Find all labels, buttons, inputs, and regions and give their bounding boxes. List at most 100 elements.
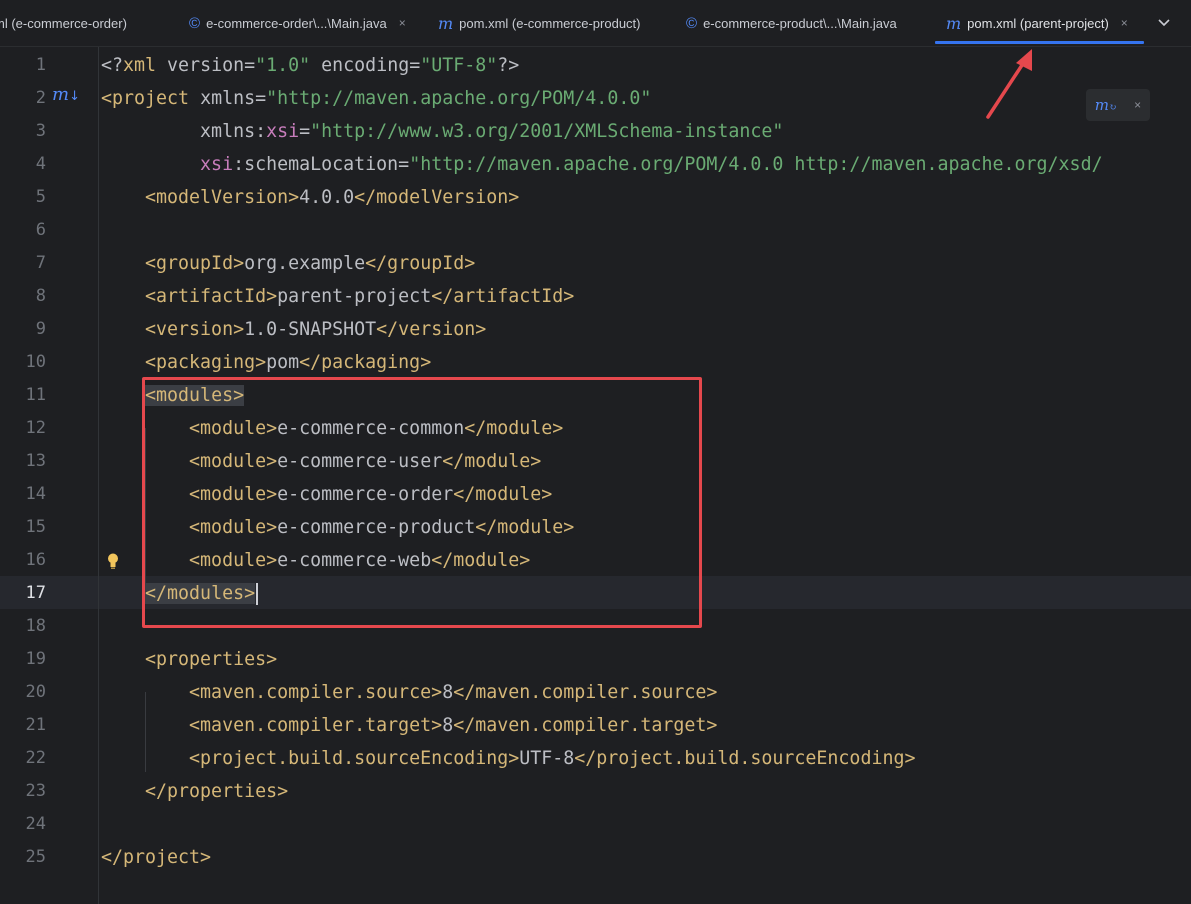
code-token: parent-project: [277, 286, 432, 307]
annotation-arrow: [986, 49, 1032, 119]
code-line[interactable]: <module>e-commerce-order</module>: [101, 478, 552, 511]
code-token: pom: [266, 352, 300, 373]
tab-e-commerce-product-main-java[interactable]: © e-commerce-product\...\Main.java: [686, 0, 897, 46]
tab-pom-e-commerce-order[interactable]: ml (e-commerce-order): [0, 0, 127, 46]
code-token: <module>: [101, 517, 278, 538]
code-line[interactable]: <project xmlns="http://maven.apache.org/…: [101, 82, 651, 115]
code-token: e-commerce-user: [277, 451, 443, 472]
code-token: <?: [101, 55, 124, 76]
code-line[interactable]: <version>1.0-SNAPSHOT</version>: [101, 313, 486, 346]
line-number: 9: [35, 319, 46, 339]
tab-pom-parent-project[interactable]: m pom.xml (parent-project) ×: [946, 0, 1128, 46]
code-token: org.example: [244, 253, 366, 274]
java-class-icon: ©: [189, 14, 201, 32]
code-token: </maven.compiler.source>: [453, 682, 718, 703]
code-token: </modelVersion>: [354, 187, 520, 208]
code-line[interactable]: <module>e-commerce-web</module>: [101, 544, 530, 577]
line-number: 23: [25, 781, 46, 801]
code-token: <modules>: [145, 385, 245, 406]
code-line[interactable]: <groupId>org.example</groupId>: [101, 247, 475, 280]
code-line[interactable]: <module>e-commerce-user</module>: [101, 445, 541, 478]
code-token: </module>: [431, 550, 531, 571]
code-token: </properties>: [101, 781, 289, 802]
code-line[interactable]: <module>e-commerce-product</module>: [101, 511, 574, 544]
code-token: =: [244, 55, 256, 76]
line-number: 5: [35, 187, 46, 207]
maven-reload-toolbar: m↻ ×: [1086, 89, 1150, 121]
code-token: 4.0.0: [299, 187, 355, 208]
code-token: 8: [442, 715, 454, 736]
code-token: </modules>: [145, 583, 256, 604]
maven-reload-icon[interactable]: m↻: [1095, 96, 1117, 114]
code-token: 8: [442, 682, 454, 703]
tab-pom-e-commerce-product[interactable]: m pom.xml (e-commerce-product): [438, 0, 641, 46]
active-tab-indicator: [935, 41, 1144, 44]
code-line[interactable]: <modelVersion>4.0.0</modelVersion>: [101, 181, 519, 214]
close-icon[interactable]: ×: [1134, 98, 1141, 112]
line-number-gutter[interactable]: 1 2 3 4 5 6 7 8 9 10 11 12 13 14 15 16 17 18 19 20 21 22 23 24 2…: [0, 47, 99, 904]
code-token: xsi: [266, 121, 300, 142]
code-token: :schemaLocation: [233, 154, 399, 175]
code-token: e-commerce-order: [277, 484, 454, 505]
code-line[interactable]: <modules>: [101, 379, 245, 412]
code-token: "UTF-8": [420, 55, 498, 76]
code-line[interactable]: <artifactId>parent-project</artifactId>: [101, 280, 574, 313]
line-number: 11: [25, 385, 46, 405]
code-line[interactable]: </properties>: [101, 775, 288, 808]
code-line[interactable]: <maven.compiler.target>8</maven.compiler…: [101, 709, 717, 742]
code-line[interactable]: </modules>: [101, 577, 259, 610]
maven-icon: m: [438, 13, 454, 33]
code-token: <maven.compiler.source>: [101, 682, 443, 703]
line-number: 1: [35, 55, 46, 75]
code-editor[interactable]: <?xml version="1.0" encoding="UTF-8"?> <p…: [99, 47, 1191, 904]
tab-label: pom.xml (e-commerce-product): [459, 15, 641, 31]
code-token: </module>: [475, 517, 575, 538]
code-token: <module>: [101, 418, 278, 439]
line-number: 13: [25, 451, 46, 471]
code-token: </module>: [464, 418, 564, 439]
code-token: <project.build.sourceEncoding>: [101, 748, 520, 769]
code-line[interactable]: <?xml version="1.0" encoding="UTF-8"?>: [101, 49, 519, 82]
code-token: ?>: [497, 55, 520, 76]
line-number: 18: [25, 616, 46, 636]
tab-label: e-commerce-product\...\Main.java: [703, 15, 897, 31]
close-icon[interactable]: ×: [399, 16, 406, 30]
code-line[interactable]: <maven.compiler.source>8</maven.compiler…: [101, 676, 717, 709]
code-token: <module>: [101, 550, 278, 571]
line-number: 21: [25, 715, 46, 735]
code-token: e-commerce-product: [277, 517, 476, 538]
code-line[interactable]: xsi:schemaLocation="http://maven.apache.…: [101, 148, 1103, 181]
maven-navigate-icon[interactable]: m↓: [52, 84, 80, 105]
line-number: 19: [25, 649, 46, 669]
code-token: </module>: [453, 484, 553, 505]
line-number: 16: [25, 550, 46, 570]
code-token: =: [409, 55, 421, 76]
code-token: encoding: [310, 55, 410, 76]
tab-e-commerce-order-main-java[interactable]: © e-commerce-order\...\Main.java ×: [189, 0, 406, 46]
code-token: xml: [123, 55, 157, 76]
code-line[interactable]: <project.build.sourceEncoding>UTF-8</pro…: [101, 742, 915, 775]
code-token: xmlns: [189, 88, 256, 109]
code-line[interactable]: xmlns:xsi="http://www.w3.org/2001/XMLSch…: [101, 115, 783, 148]
code-token: </packaging>: [299, 352, 432, 373]
code-line[interactable]: </project>: [101, 841, 211, 874]
line-number: 7: [35, 253, 46, 273]
code-token: <project: [101, 88, 190, 109]
close-icon[interactable]: ×: [1121, 16, 1128, 30]
code-token: 1.0-SNAPSHOT: [244, 319, 377, 340]
code-token: <artifactId>: [101, 286, 278, 307]
line-number: 6: [35, 220, 46, 240]
code-token: =: [398, 154, 410, 175]
current-line-highlight: [99, 576, 1191, 609]
editor-tab-bar: ml (e-commerce-order) © e-commerce-order…: [0, 0, 1191, 47]
code-line[interactable]: <properties>: [101, 643, 277, 676]
code-line[interactable]: <packaging>pom</packaging>: [101, 346, 431, 379]
code-token: <module>: [101, 451, 278, 472]
line-number: 20: [25, 682, 46, 702]
tab-list-dropdown[interactable]: [1151, 0, 1177, 46]
line-number: 25: [25, 847, 46, 867]
code-line[interactable]: <module>e-commerce-common</module>: [101, 412, 563, 445]
line-number: 22: [25, 748, 46, 768]
tab-label: pom.xml (parent-project): [967, 15, 1109, 31]
